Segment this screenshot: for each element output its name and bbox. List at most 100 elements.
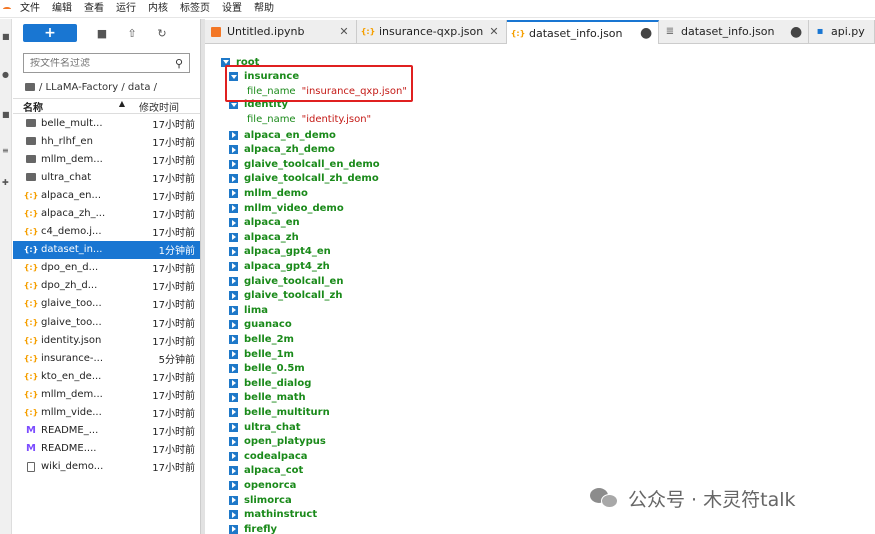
file-row[interactable]: M README_... 17小时前 [13, 422, 200, 440]
expand-toggle-icon[interactable] [229, 232, 238, 242]
expand-toggle-icon[interactable] [229, 422, 238, 432]
file-row[interactable]: M README.... 17小时前 [13, 440, 200, 458]
file-row[interactable]: {:} dataset_in... 1分钟前 [13, 240, 200, 259]
tree-node[interactable]: belle_multiturn [229, 405, 330, 419]
expand-toggle-icon[interactable] [229, 451, 238, 461]
menu-file[interactable]: 文件 [14, 0, 46, 18]
expand-toggle-icon[interactable] [229, 130, 238, 140]
expand-toggle-icon[interactable] [229, 466, 238, 476]
tree-node[interactable]: belle_1m [229, 347, 294, 361]
expand-toggle-icon[interactable] [229, 145, 238, 155]
menu-help[interactable]: 帮助 [248, 0, 280, 18]
file-row[interactable]: ultra_chat 17小时前 [13, 168, 200, 186]
file-row[interactable]: {:} alpaca_zh_... 17小时前 [13, 204, 200, 222]
expand-toggle-icon[interactable] [229, 393, 238, 403]
file-row[interactable]: {:} identity.json 17小时前 [13, 331, 200, 349]
expand-toggle-icon[interactable] [229, 378, 238, 388]
file-row[interactable]: {:} glaive_too... 17小时前 [13, 295, 200, 313]
document-tab[interactable]: ≣ dataset_info.json ● [659, 20, 809, 43]
document-tab[interactable]: Untitled.ipynb ✕ [205, 20, 357, 43]
expand-toggle-icon[interactable] [229, 407, 238, 417]
commands-icon[interactable]: ■ [2, 111, 10, 119]
tree-node[interactable]: lima [229, 303, 268, 317]
file-row[interactable]: {:} alpaca_en... 17小时前 [13, 186, 200, 204]
expand-toggle-icon[interactable] [229, 174, 238, 184]
column-modified-header[interactable]: 修改时间 [139, 99, 179, 114]
file-row[interactable]: {:} kto_en_de... 17小时前 [13, 367, 200, 385]
folder-icon[interactable]: ■ [2, 33, 10, 41]
file-row[interactable]: {:} glaive_too... 17小时前 [13, 313, 200, 331]
column-name-header[interactable]: 名称 ▲ [23, 99, 139, 114]
tree-node[interactable]: alpaca_gpt4_en [229, 245, 331, 259]
tree-node[interactable]: belle_0.5m [229, 362, 305, 376]
file-filter-input[interactable] [30, 57, 175, 69]
expand-toggle-icon[interactable] [229, 495, 238, 505]
tree-node[interactable]: alpaca_zh [229, 230, 299, 244]
file-row[interactable]: {:} dpo_en_d... 17小时前 [13, 259, 200, 277]
tree-node[interactable]: alpaca_zh_demo [229, 143, 335, 157]
extension-icon[interactable]: ✚ [2, 179, 10, 187]
tree-node[interactable]: mllm_video_demo [229, 201, 344, 215]
tree-node[interactable]: open_platypus [229, 435, 326, 449]
tree-node[interactable]: belle_math [229, 391, 306, 405]
unsaved-indicator-icon[interactable]: ● [790, 25, 802, 39]
expand-toggle-icon[interactable] [229, 349, 238, 359]
tree-node[interactable]: belle_dialog [229, 376, 311, 390]
tree-node[interactable]: openorca [229, 478, 296, 492]
breadcrumb-path[interactable]: / LLaMA-Factory / data / [39, 82, 157, 93]
refresh-icon[interactable]: ↻ [147, 24, 177, 42]
expand-toggle-icon[interactable] [229, 247, 238, 257]
tree-node[interactable]: glaive_toolcall_zh [229, 289, 342, 303]
menu-run[interactable]: 运行 [110, 0, 142, 18]
tree-node[interactable]: mathinstruct [229, 508, 317, 522]
tree-node[interactable]: guanaco [229, 318, 292, 332]
menu-settings[interactable]: 设置 [216, 0, 248, 18]
menu-view[interactable]: 查看 [78, 0, 110, 18]
expand-toggle-icon[interactable] [229, 261, 238, 271]
expand-toggle-icon[interactable] [229, 159, 238, 169]
tree-node[interactable]: alpaca_en [229, 216, 300, 230]
tree-node[interactable]: alpaca_cot [229, 464, 303, 478]
upload-icon[interactable]: ⇧ [117, 24, 147, 42]
tree-node[interactable]: ultra_chat [229, 420, 301, 434]
unsaved-indicator-icon[interactable]: ● [640, 26, 652, 40]
tree-node[interactable]: alpaca_gpt4_zh [229, 259, 330, 273]
file-row[interactable]: {:} c4_demo.j... 17小时前 [13, 223, 200, 241]
tree-node[interactable]: glaive_toolcall_en_demo [229, 157, 380, 171]
tree-node[interactable]: codealpaca [229, 449, 308, 463]
document-tab[interactable]: {:} dataset_info.json ● [507, 20, 659, 44]
tree-node[interactable]: mllm_demo [229, 186, 308, 200]
expand-toggle-icon[interactable] [229, 334, 238, 344]
tree-node[interactable]: glaive_toolcall_zh_demo [229, 172, 379, 186]
expand-toggle-icon[interactable] [229, 320, 238, 330]
document-tab[interactable]: {:} insurance-qxp.json ✕ [357, 20, 507, 43]
menu-tabs[interactable]: 标签页 [174, 0, 216, 18]
file-row[interactable]: belle_mult... 17小时前 [13, 114, 200, 132]
expand-toggle-icon[interactable] [229, 291, 238, 301]
file-row[interactable]: {:} insurance-... 5分钟前 [13, 349, 200, 367]
tree-node[interactable]: glaive_toolcall_en [229, 274, 343, 288]
expand-toggle-icon[interactable] [229, 524, 238, 534]
file-row[interactable]: {:} mllm_dem... 17小时前 [13, 385, 200, 403]
running-icon[interactable]: ● [2, 71, 10, 79]
tree-node[interactable]: file_name "identity.json" [247, 112, 371, 126]
new-launcher-button[interactable]: + [23, 24, 77, 42]
expand-toggle-icon[interactable] [229, 437, 238, 447]
folder-icon[interactable] [25, 83, 35, 91]
expand-toggle-icon[interactable] [229, 364, 238, 374]
file-row[interactable]: hh_rlhf_en 17小时前 [13, 132, 200, 150]
tree-node[interactable]: alpaca_en_demo [229, 128, 336, 142]
tree-node[interactable]: slimorca [229, 493, 292, 507]
expand-toggle-icon[interactable] [229, 480, 238, 490]
file-row[interactable]: {:} mllm_vide... 17小时前 [13, 404, 200, 422]
menu-edit[interactable]: 编辑 [46, 0, 78, 18]
expand-toggle-icon[interactable] [229, 510, 238, 520]
tree-node[interactable]: belle_2m [229, 332, 294, 346]
document-tab[interactable]: ▪ api.py [809, 20, 875, 43]
expand-toggle-icon[interactable] [229, 203, 238, 213]
toc-icon[interactable]: ≡ [2, 147, 10, 155]
menu-kernel[interactable]: 内核 [142, 0, 174, 18]
new-folder-icon[interactable]: ■ [87, 24, 117, 42]
file-row[interactable]: mllm_dem... 17小时前 [13, 150, 200, 168]
file-row[interactable]: wiki_demo... 17小时前 [13, 458, 200, 476]
